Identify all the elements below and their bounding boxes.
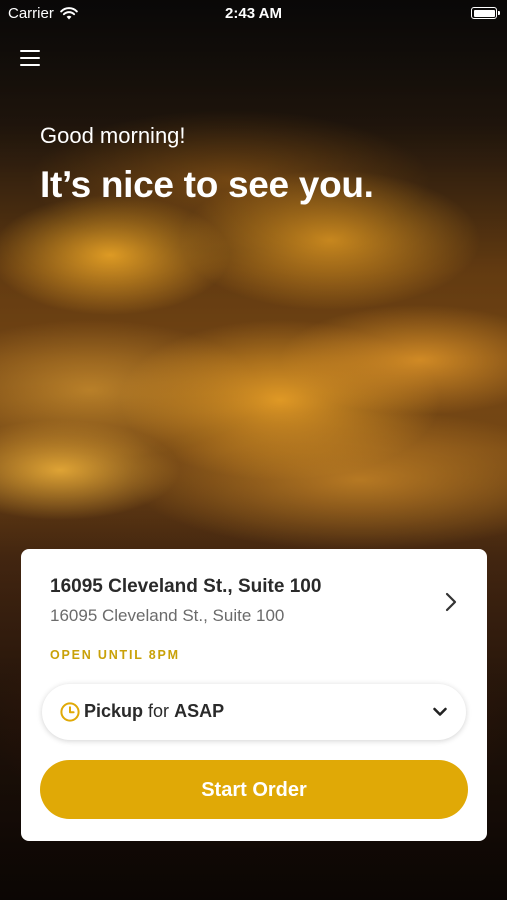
start-order-button[interactable]: Start Order [40,760,468,819]
location-address: 16095 Cleveland St., Suite 100 [50,606,285,625]
status-bar: Carrier 2:43 AM [0,0,507,28]
clock-icon [60,702,80,722]
greeting-text: Good morning! [40,123,186,148]
chevron-right-icon[interactable] [443,591,459,613]
order-type-text: Pickup for ASAP [84,701,224,722]
order-type-selector[interactable]: Pickup for ASAP [42,684,466,740]
order-type-value: Pickup [84,701,144,721]
order-connector: for [148,701,170,721]
status-time: 2:43 AM [225,5,282,22]
battery-icon [471,7,500,19]
location-card: 16095 Cleveland St., Suite 100 16095 Cle… [21,549,487,841]
headline-text: It’s nice to see you. [40,164,374,205]
chevron-down-icon[interactable] [432,706,448,718]
location-name[interactable]: 16095 Cleveland St., Suite 100 [50,576,321,598]
menu-icon[interactable] [20,48,42,68]
order-time-value: ASAP [174,701,225,721]
hours-label: OPEN UNTIL 8PM [50,648,180,662]
